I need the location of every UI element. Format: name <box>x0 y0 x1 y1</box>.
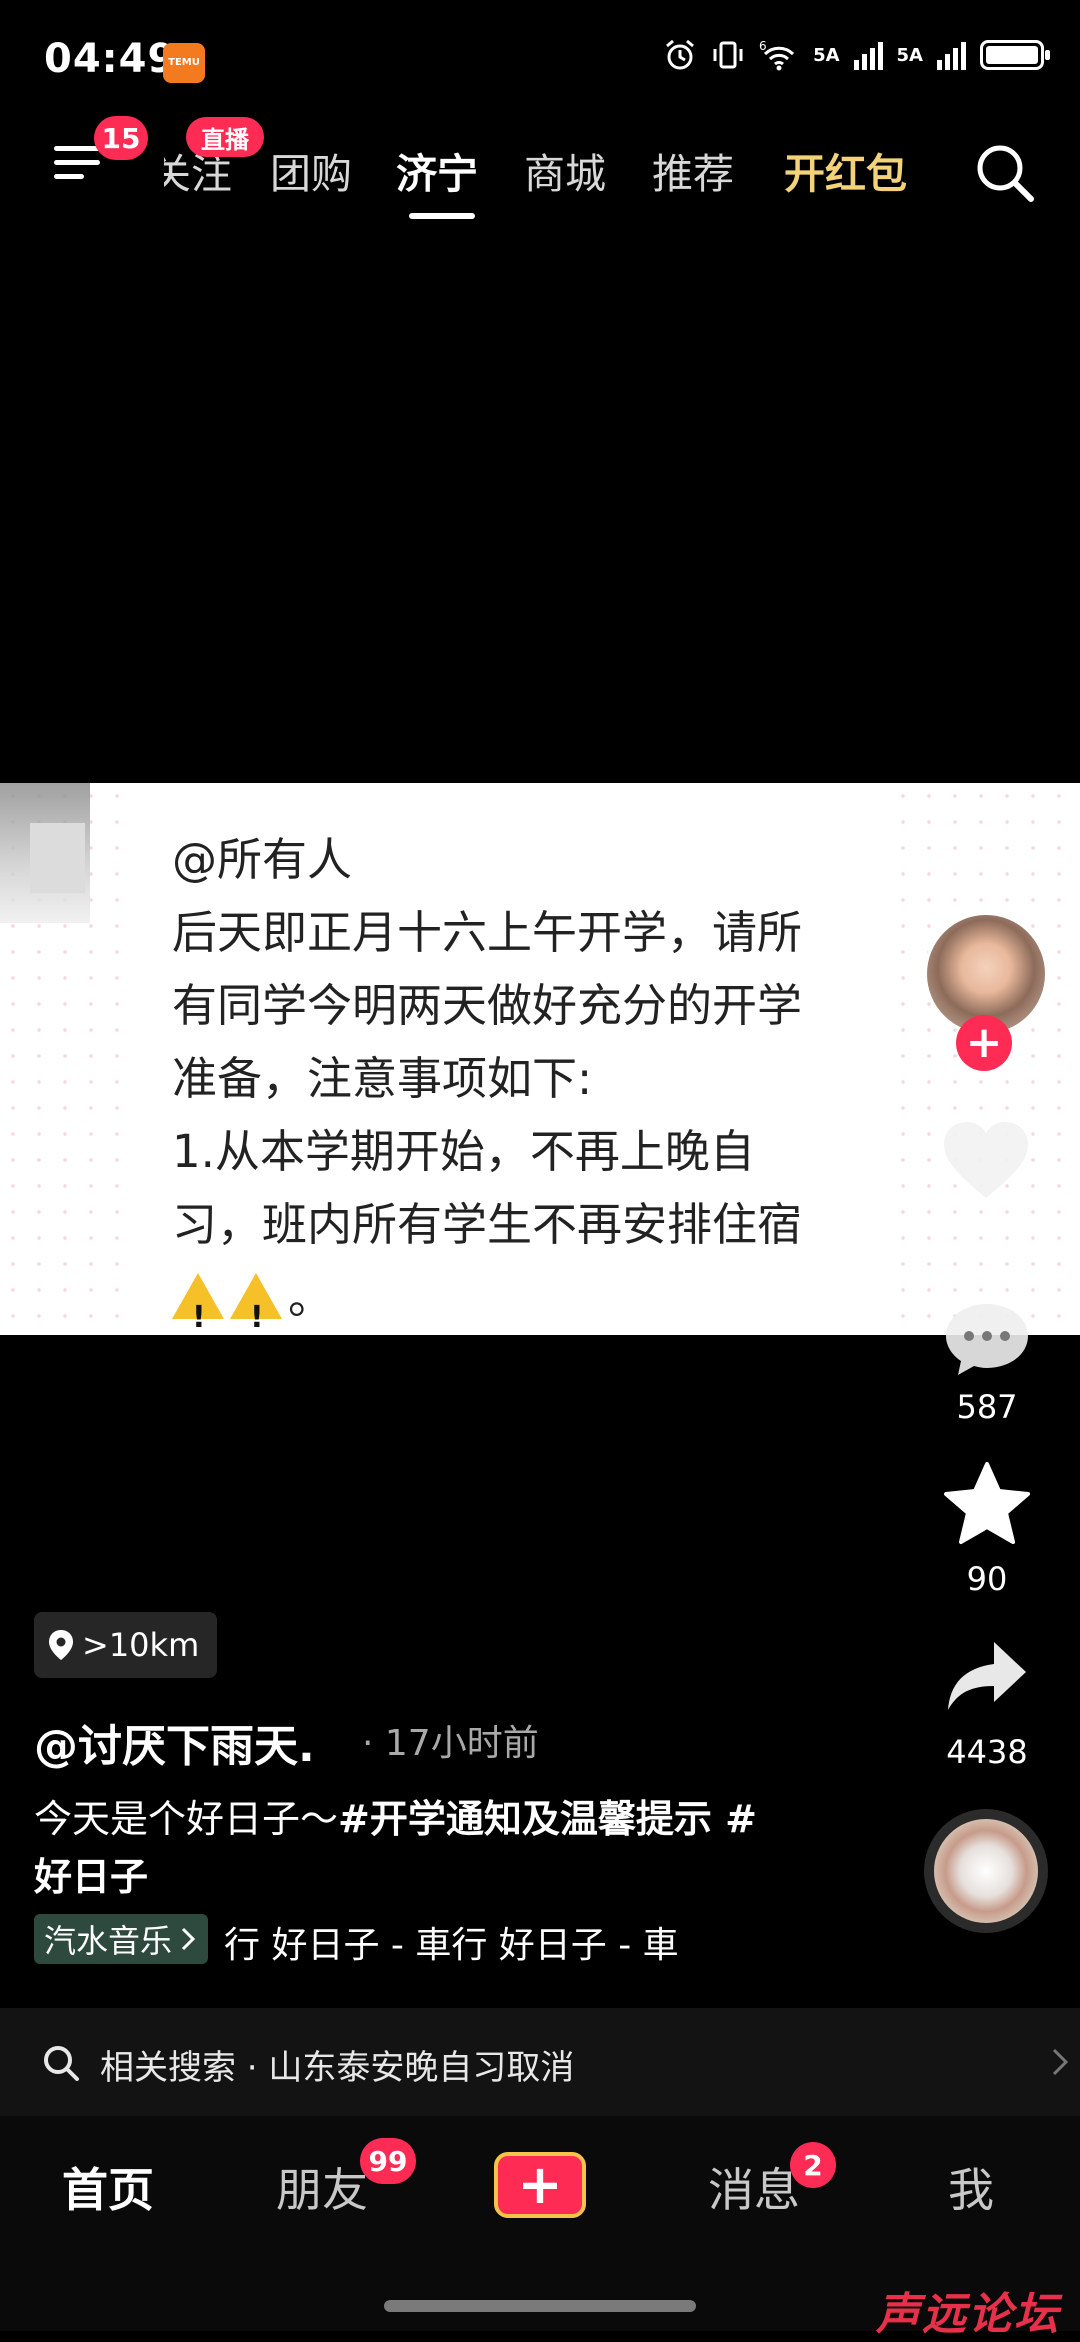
chevron-right-icon <box>1052 2048 1069 2076</box>
share-icon[interactable] <box>944 1636 1030 1716</box>
location-chip[interactable]: >10km <box>34 1612 218 1678</box>
comment-icon[interactable] <box>942 1300 1032 1378</box>
alarm-icon <box>666 39 695 70</box>
note-line: 后天即正月十六上午开学，请所 <box>172 906 803 959</box>
vibrate-icon <box>713 41 743 69</box>
warning-icon <box>230 1273 282 1335</box>
location-pin-icon <box>49 1630 73 1660</box>
temu-app-icon: TEMU <box>163 43 205 83</box>
post-image[interactable]: @所有人 后天即正月十六上午开学，请所 有同学今明两天做好充分的开学 准备，注意… <box>0 783 1080 1335</box>
note-line: 准备，注意事项如下: <box>172 1052 593 1105</box>
nav-friends[interactable]: 朋友 <box>276 2154 368 2220</box>
note-line: @所有人 <box>172 833 353 886</box>
tab-red-packet[interactable]: 开红包 <box>784 140 907 200</box>
top-tabs: 关注 团购 济宁 商城 推荐 开红包 <box>0 140 1080 200</box>
home-indicator[interactable] <box>384 2300 696 2312</box>
search-icon[interactable] <box>972 140 1038 206</box>
warning-icon <box>172 1273 224 1335</box>
caption-hashtag[interactable]: #开学通知及温馨提示 # <box>338 1797 757 1841</box>
favorite-count: 90 <box>966 1560 1008 1598</box>
status-icons: 6 5A 5A <box>663 38 1050 72</box>
messages-badge: 2 <box>790 2142 836 2188</box>
friends-badge: 99 <box>360 2138 416 2184</box>
note-line: 1.从本学期开始，不再上晚自 <box>172 1125 755 1178</box>
follow-button[interactable]: + <box>956 1015 1012 1071</box>
blurred-avatar-detail <box>30 823 85 893</box>
forum-watermark: 声远论坛 <box>876 2289 1060 2340</box>
search-icon <box>44 2046 79 2081</box>
signal-bars-2-icon <box>937 40 966 70</box>
caption-text: 今天是个好日子～ <box>34 1797 339 1841</box>
nav-messages[interactable]: 消息 <box>708 2154 800 2220</box>
post-caption[interactable]: 今天是个好日子～#开学通知及温馨提示 # 好日子 <box>34 1790 854 1906</box>
tab-group-buy[interactable]: 团购 <box>270 140 352 200</box>
network-2-label: 5A <box>896 44 923 66</box>
chevron-right-icon <box>181 1927 196 1951</box>
live-badge: 直播 <box>186 117 264 157</box>
note-line-warning: 。 <box>172 1261 912 1335</box>
nav-home[interactable]: 首页 <box>62 2154 154 2220</box>
network-1-label: 5A <box>813 44 840 66</box>
wifi-icon: 6 <box>759 39 795 71</box>
music-disc[interactable] <box>924 1809 1048 1933</box>
status-time: 04:49 <box>44 36 177 82</box>
note-line: 习，班内所有学生不再安排住宿 <box>172 1198 803 1251</box>
caption-hashtag-2[interactable]: 好日子 <box>34 1855 148 1899</box>
signal-bars-1-icon <box>853 40 883 70</box>
music-app-tag[interactable]: 汽水音乐 <box>34 1914 209 1964</box>
wifi-label: 6 <box>759 39 767 53</box>
music-title[interactable]: 行 好日子 - 車行 好日子 - 車 <box>224 1916 764 1968</box>
share-count: 4438 <box>946 1733 1028 1771</box>
tab-mall[interactable]: 商城 <box>524 140 606 200</box>
related-search-text: 相关搜索 · 山东泰安晚自习取消 <box>100 2048 575 2088</box>
note-last-suffix: 。 <box>288 1271 334 1324</box>
comment-count: 587 <box>956 1388 1018 1426</box>
nav-me[interactable]: 我 <box>948 2154 994 2220</box>
music-app-label: 汽水音乐 <box>44 1922 173 1960</box>
tab-local-jining[interactable]: 济宁 <box>396 140 478 200</box>
like-heart-icon[interactable] <box>940 1118 1032 1202</box>
tab-recommend[interactable]: 推荐 <box>652 140 734 200</box>
note-line: 有同学今明两天做好充分的开学 <box>172 979 803 1032</box>
location-distance: >10km <box>82 1626 200 1664</box>
post-time: · 17小时前 <box>362 1723 539 1764</box>
battery-icon <box>980 40 1050 70</box>
active-tab-indicator <box>409 213 475 219</box>
author-name[interactable]: @讨厌下雨天. <box>34 1710 315 1774</box>
create-button[interactable]: + <box>494 2152 586 2218</box>
note-text: @所有人 后天即正月十六上午开学，请所 有同学今明两天做好充分的开学 准备，注意… <box>172 823 912 1335</box>
favorite-star-icon[interactable] <box>942 1460 1032 1548</box>
related-search-bar[interactable]: 相关搜索 · 山东泰安晚自习取消 <box>0 2008 1080 2116</box>
